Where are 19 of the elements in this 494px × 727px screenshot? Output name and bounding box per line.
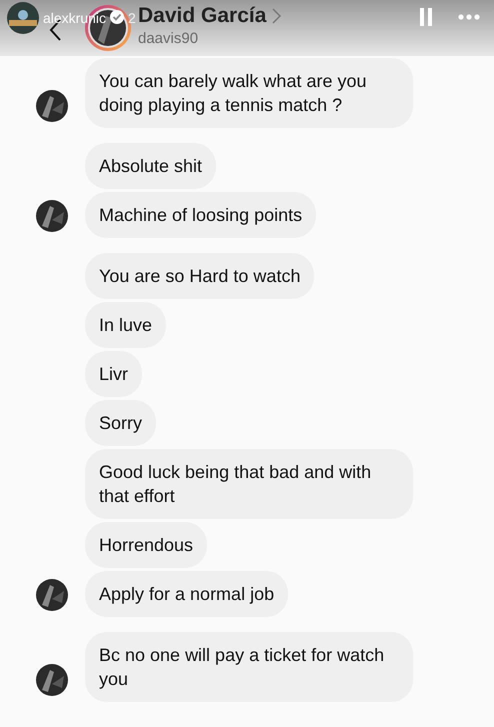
avatar-icon xyxy=(36,90,68,122)
message-bubble: Horrendous xyxy=(85,522,208,568)
message-bubble: Absolute shit xyxy=(85,143,216,189)
message-bubble: In luve xyxy=(85,302,166,348)
message-bubble: You can barely walk what are you doing playing a tennis match ? xyxy=(85,58,413,128)
message-bubble: Good luck being that bad and with that effort xyxy=(85,449,413,519)
avatar-icon xyxy=(36,200,68,232)
message-bubble: Sorry xyxy=(85,400,156,446)
story-avatar-icon[interactable] xyxy=(7,2,39,34)
message-bubble: Apply for a normal job xyxy=(85,571,288,617)
message-bubble: Bc no one will pay a ticket for watch you xyxy=(85,632,413,702)
message-bubble: Livr xyxy=(85,351,142,397)
contact-username: daavis90 xyxy=(138,30,200,47)
message-bubble: You are so Hard to watch xyxy=(85,253,314,299)
avatar-icon xyxy=(36,579,68,611)
avatar-icon xyxy=(36,664,68,696)
story-time: 2 xyxy=(128,10,136,26)
message-bubble: Machine of loosing points xyxy=(85,192,316,238)
contact-name: David García xyxy=(138,4,266,28)
